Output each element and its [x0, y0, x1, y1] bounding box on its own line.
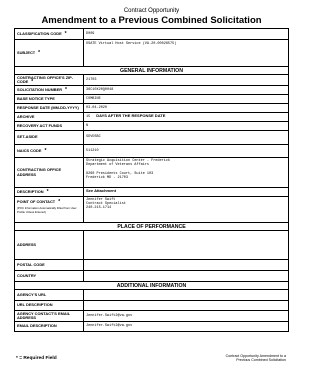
solicitation-number-label: SOLICITATION NUMBER * [14, 85, 84, 95]
subject-label: SUBJECT * [14, 39, 84, 67]
point-of-contact-value[interactable]: Jennifer Swift Contract Specialist 240-2… [83, 196, 289, 223]
footer-form-name: Contract Opportunity Amendment to a Prev… [226, 354, 286, 362]
document-title: Amendment to a Previous Combined Solicit… [41, 15, 262, 26]
agency-email-value[interactable]: Jennifer.Swift2@va.gov [83, 310, 289, 322]
performance-address-label: ADDRESS [14, 230, 84, 260]
subject-value[interactable]: OSATE Virtual Host Service (VA.20-000265… [83, 39, 289, 67]
description-label: DESCRIPTION * [14, 187, 84, 197]
row-archive: ARCHIVE 15 DAYS AFTER THE RESPONSE DATE [14, 112, 289, 122]
row-subject: SUBJECT * OSATE Virtual Host Service (VA.… [14, 39, 289, 67]
set-aside-label: SET-ASIDE [14, 130, 84, 145]
row-base-notice-type: BASE NOTICE TYPE COMBINE [14, 94, 289, 104]
naics-code-value[interactable]: 511210 [83, 144, 289, 158]
naics-code-label: NAICS CODE * [14, 144, 84, 158]
row-agency-url: AGENCY'S URL [14, 289, 289, 301]
row-set-aside: SET-ASIDE SDVOSBC [14, 130, 289, 145]
row-postal-code: POSTAL CODE [14, 259, 289, 271]
archive-note: DAYS AFTER THE RESPONSE DATE [96, 113, 166, 119]
required-star: * [58, 199, 61, 205]
row-performance-address: ADDRESS [14, 230, 289, 260]
base-notice-type-value[interactable]: COMBINE [83, 94, 289, 104]
place-of-performance-heading: PLACE OF PERFORMANCE [14, 222, 289, 231]
general-information-heading: GENERAL INFORMATION [14, 66, 289, 75]
document-subtitle: Contract Opportunity [123, 8, 180, 14]
row-recovery-act-funds: RECOVERY ACT FUNDS N [14, 121, 289, 131]
response-date-label: RESPONSE DATE (MM-DD-YYYY) [14, 103, 84, 113]
archive-label: ARCHIVE [14, 112, 84, 122]
address-line: Frederick MD - 21703 [86, 175, 129, 180]
archive-value[interactable]: 15 [86, 115, 90, 119]
contracting-office-zip-value[interactable]: 21703 [83, 74, 289, 86]
base-notice-type-label: BASE NOTICE TYPE [14, 94, 84, 104]
row-country: COUNTRY [14, 270, 289, 282]
contact-line: 240-215-1714 [86, 206, 112, 211]
archive-cell: 15 DAYS AFTER THE RESPONSE DATE [83, 112, 289, 122]
row-contracting-office-zip: CONTRACTING OFFICE'S ZIP-CODE * 21703 [14, 74, 289, 86]
agency-url-label: AGENCY'S URL [14, 289, 84, 301]
email-description-value[interactable]: Jennifer.Swift2@va.gov [83, 321, 289, 332]
solicitation-number-value[interactable]: 36C10X20Q0048 [83, 85, 289, 95]
url-description-label: URL DESCRIPTION [14, 300, 84, 311]
email-description-label: EMAIL DESCRIPTION [14, 321, 84, 332]
row-general-section: GENERAL INFORMATION [14, 66, 289, 75]
row-classification-code: CLASSIFICATION CODE * D009 [14, 28, 289, 40]
row-contracting-office-address: CONTRACTING OFFICE ADDRESS Strategic Acq… [14, 157, 289, 188]
row-solicitation-number: SOLICITATION NUMBER * 36C10X20Q0048 [14, 85, 289, 95]
description-value[interactable]: See Attachment [83, 187, 289, 197]
country-label: COUNTRY [14, 270, 84, 282]
performance-address-value[interactable] [83, 230, 289, 260]
contracting-office-address-label: CONTRACTING OFFICE ADDRESS [14, 157, 84, 188]
row-performance-section: PLACE OF PERFORMANCE [14, 222, 289, 231]
row-additional-section: ADDITIONAL INFORMATION [14, 281, 289, 290]
footer-line: Previous Combined Solicitation [236, 358, 286, 362]
contracting-office-address-value[interactable]: Strategic Acquisition Center - Frederick… [83, 157, 289, 188]
row-point-of-contact: POINT OF CONTACT * (POC Information Automa… [14, 196, 289, 223]
point-of-contact-label: POINT OF CONTACT * (POC Information Automa… [14, 196, 84, 223]
solicitation-form: CLASSIFICATION CODE * D009 SUBJECT * OSATE… [14, 28, 289, 332]
classification-code-label: CLASSIFICATION CODE * [14, 28, 84, 40]
row-response-date: RESPONSE DATE (MM-DD-YYYY) 03-04-2020 [14, 103, 289, 113]
set-aside-value[interactable]: SDVOSBC [83, 130, 289, 145]
row-url-description: URL DESCRIPTION [14, 300, 289, 311]
url-description-value[interactable] [83, 300, 289, 311]
required-star: * [46, 188, 49, 195]
row-naics-code: NAICS CODE * 511210 [14, 144, 289, 158]
row-agency-email: AGENCY CONTACT'S EMAIL ADDRESS Jennifer.… [14, 310, 289, 322]
agency-url-value[interactable] [83, 289, 289, 301]
point-of-contact-note: (POC Information Automatically Filled fr… [17, 206, 77, 214]
postal-code-value[interactable] [83, 259, 289, 271]
required-star: * [44, 147, 47, 154]
description-text: See Attachment [86, 188, 117, 194]
additional-information-heading: ADDITIONAL INFORMATION [14, 281, 289, 290]
row-description: DESCRIPTION * See Attachment [14, 187, 289, 197]
required-star: * [65, 86, 67, 93]
required-star: * [31, 79, 34, 85]
classification-code-value[interactable]: D009 [83, 28, 289, 40]
postal-code-label: POSTAL CODE [14, 259, 84, 271]
response-date-value[interactable]: 03-04-2020 [83, 103, 289, 113]
recovery-act-funds-label: RECOVERY ACT FUNDS [14, 121, 84, 131]
required-star: * [38, 49, 41, 56]
recovery-act-funds-value[interactable]: N [83, 121, 289, 131]
row-email-description: EMAIL DESCRIPTION Jennifer.Swift2@va.gov [14, 321, 289, 332]
contracting-office-zip-label: CONTRACTING OFFICE'S ZIP-CODE * [14, 74, 84, 86]
required-star: * [64, 30, 67, 37]
document-header: Contract Opportunity Amendment to a Prev… [14, 8, 289, 26]
required-field-note: * = Required Field [16, 356, 57, 361]
agency-email-label: AGENCY CONTACT'S EMAIL ADDRESS [14, 310, 84, 322]
country-value[interactable] [83, 270, 289, 282]
